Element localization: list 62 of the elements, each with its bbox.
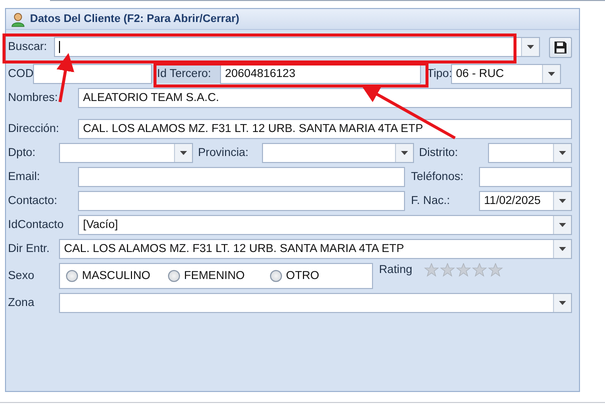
radio-button[interactable] (270, 270, 282, 282)
id-field[interactable]: 20604816123 (220, 64, 421, 84)
radio-option[interactable]: MASCULINO (66, 270, 154, 282)
star-icon[interactable] (472, 263, 488, 277)
field-label: Email: (8, 171, 41, 183)
field-label: COD (8, 68, 33, 80)
email-field[interactable] (78, 167, 405, 187)
caret-icon (559, 247, 566, 251)
dropdown-button[interactable] (553, 216, 571, 234)
caret-icon (559, 223, 566, 227)
caret-icon (559, 151, 566, 155)
star-icon[interactable] (424, 263, 440, 277)
save-button[interactable] (549, 36, 572, 58)
field-label: IdContacto (8, 219, 65, 231)
dropdown-button[interactable] (542, 65, 560, 83)
star-icon[interactable] (456, 263, 472, 277)
dropdown-button[interactable] (553, 240, 571, 258)
date-dropdown[interactable]: 11/02/2025 (479, 191, 572, 211)
star-icon[interactable] (488, 263, 504, 277)
field-label: Teléfonos: (410, 171, 464, 183)
field-label: Zona (8, 297, 36, 309)
phone-field[interactable] (479, 167, 572, 187)
field-label: Buscar: (8, 41, 48, 53)
dropdown-button[interactable] (174, 144, 192, 162)
annotation-arrow (56, 53, 74, 102)
field-label: Dpto: (8, 147, 36, 159)
radio-button[interactable] (66, 270, 78, 282)
address-field[interactable]: CAL. LOS ALAMOS MZ. F31 LT. 12 URB. SANTA MARIA 4TA ETP (78, 119, 572, 139)
delivery-address-dropdown[interactable]: CAL. LOS ALAMOS MZ. F31 LT. 12 URB. SANTA MARIA 4TA ETP (59, 239, 572, 259)
caret-icon (559, 199, 566, 203)
contact-field[interactable] (78, 191, 405, 211)
name-field[interactable]: ALEATORIO TEAM S.A.C. (78, 88, 572, 108)
field-label: Provincia: (197, 147, 250, 159)
dropdown-button[interactable] (553, 144, 571, 162)
radio-option[interactable]: OTRO (270, 270, 320, 282)
field-label: Id Tercero: (152, 65, 220, 83)
field-label: Sexo (8, 270, 36, 282)
dropdown-button[interactable] (395, 144, 413, 162)
type-dropdown[interactable]: 06 - RUC (451, 64, 561, 84)
panel-title: Datos Del Cliente (F2: Para Abrir/Cerrar) (30, 13, 240, 25)
dropdown-button[interactable] (553, 294, 571, 312)
radio-button[interactable] (168, 270, 180, 282)
code-field[interactable] (33, 64, 152, 84)
contact-id-dropdown[interactable]: [Vacío] (78, 215, 572, 235)
radio-option[interactable]: FEMENINO (168, 270, 256, 282)
caret-icon (401, 151, 408, 155)
user-icon (11, 12, 25, 26)
caret-icon (180, 151, 187, 155)
field-label: Dir Entr. (8, 243, 51, 255)
field-label: Distrito: (418, 147, 459, 159)
caret-icon (548, 72, 555, 76)
star-icon[interactable] (440, 263, 456, 277)
caret-icon (527, 45, 534, 49)
field-label: Tipo: (426, 68, 451, 80)
field-label: Nombres: (8, 92, 59, 104)
field-label: Contacto: (8, 195, 58, 207)
dropdown-button[interactable] (553, 192, 571, 210)
field-label: F. Nac.: (410, 195, 451, 207)
caret-icon (559, 301, 566, 305)
field-label: Rating (379, 263, 412, 276)
field-label: Dirección: (8, 123, 60, 135)
dropdown-button[interactable] (521, 38, 539, 56)
